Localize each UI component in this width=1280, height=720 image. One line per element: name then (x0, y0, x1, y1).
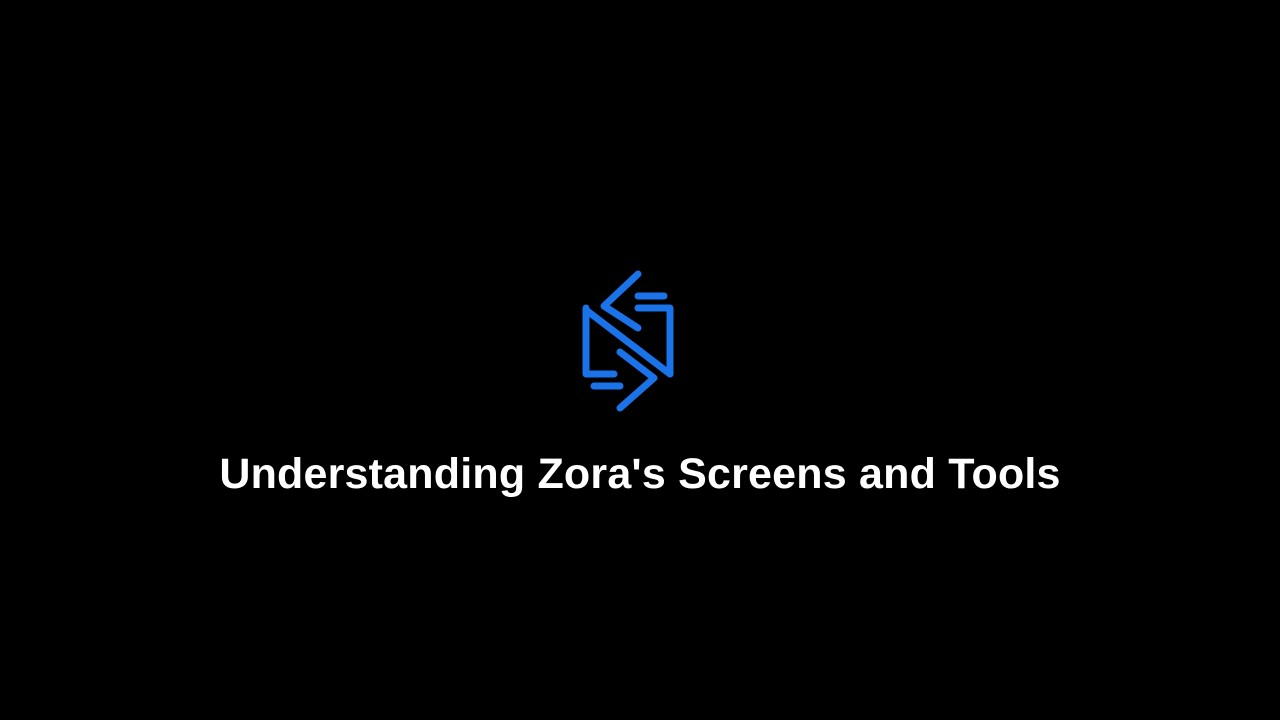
intro-screen: Understanding Zora's Screens and Tools (0, 0, 1280, 720)
video-title: Understanding Zora's Screens and Tools (219, 450, 1061, 498)
zora-logo-icon (578, 266, 682, 414)
